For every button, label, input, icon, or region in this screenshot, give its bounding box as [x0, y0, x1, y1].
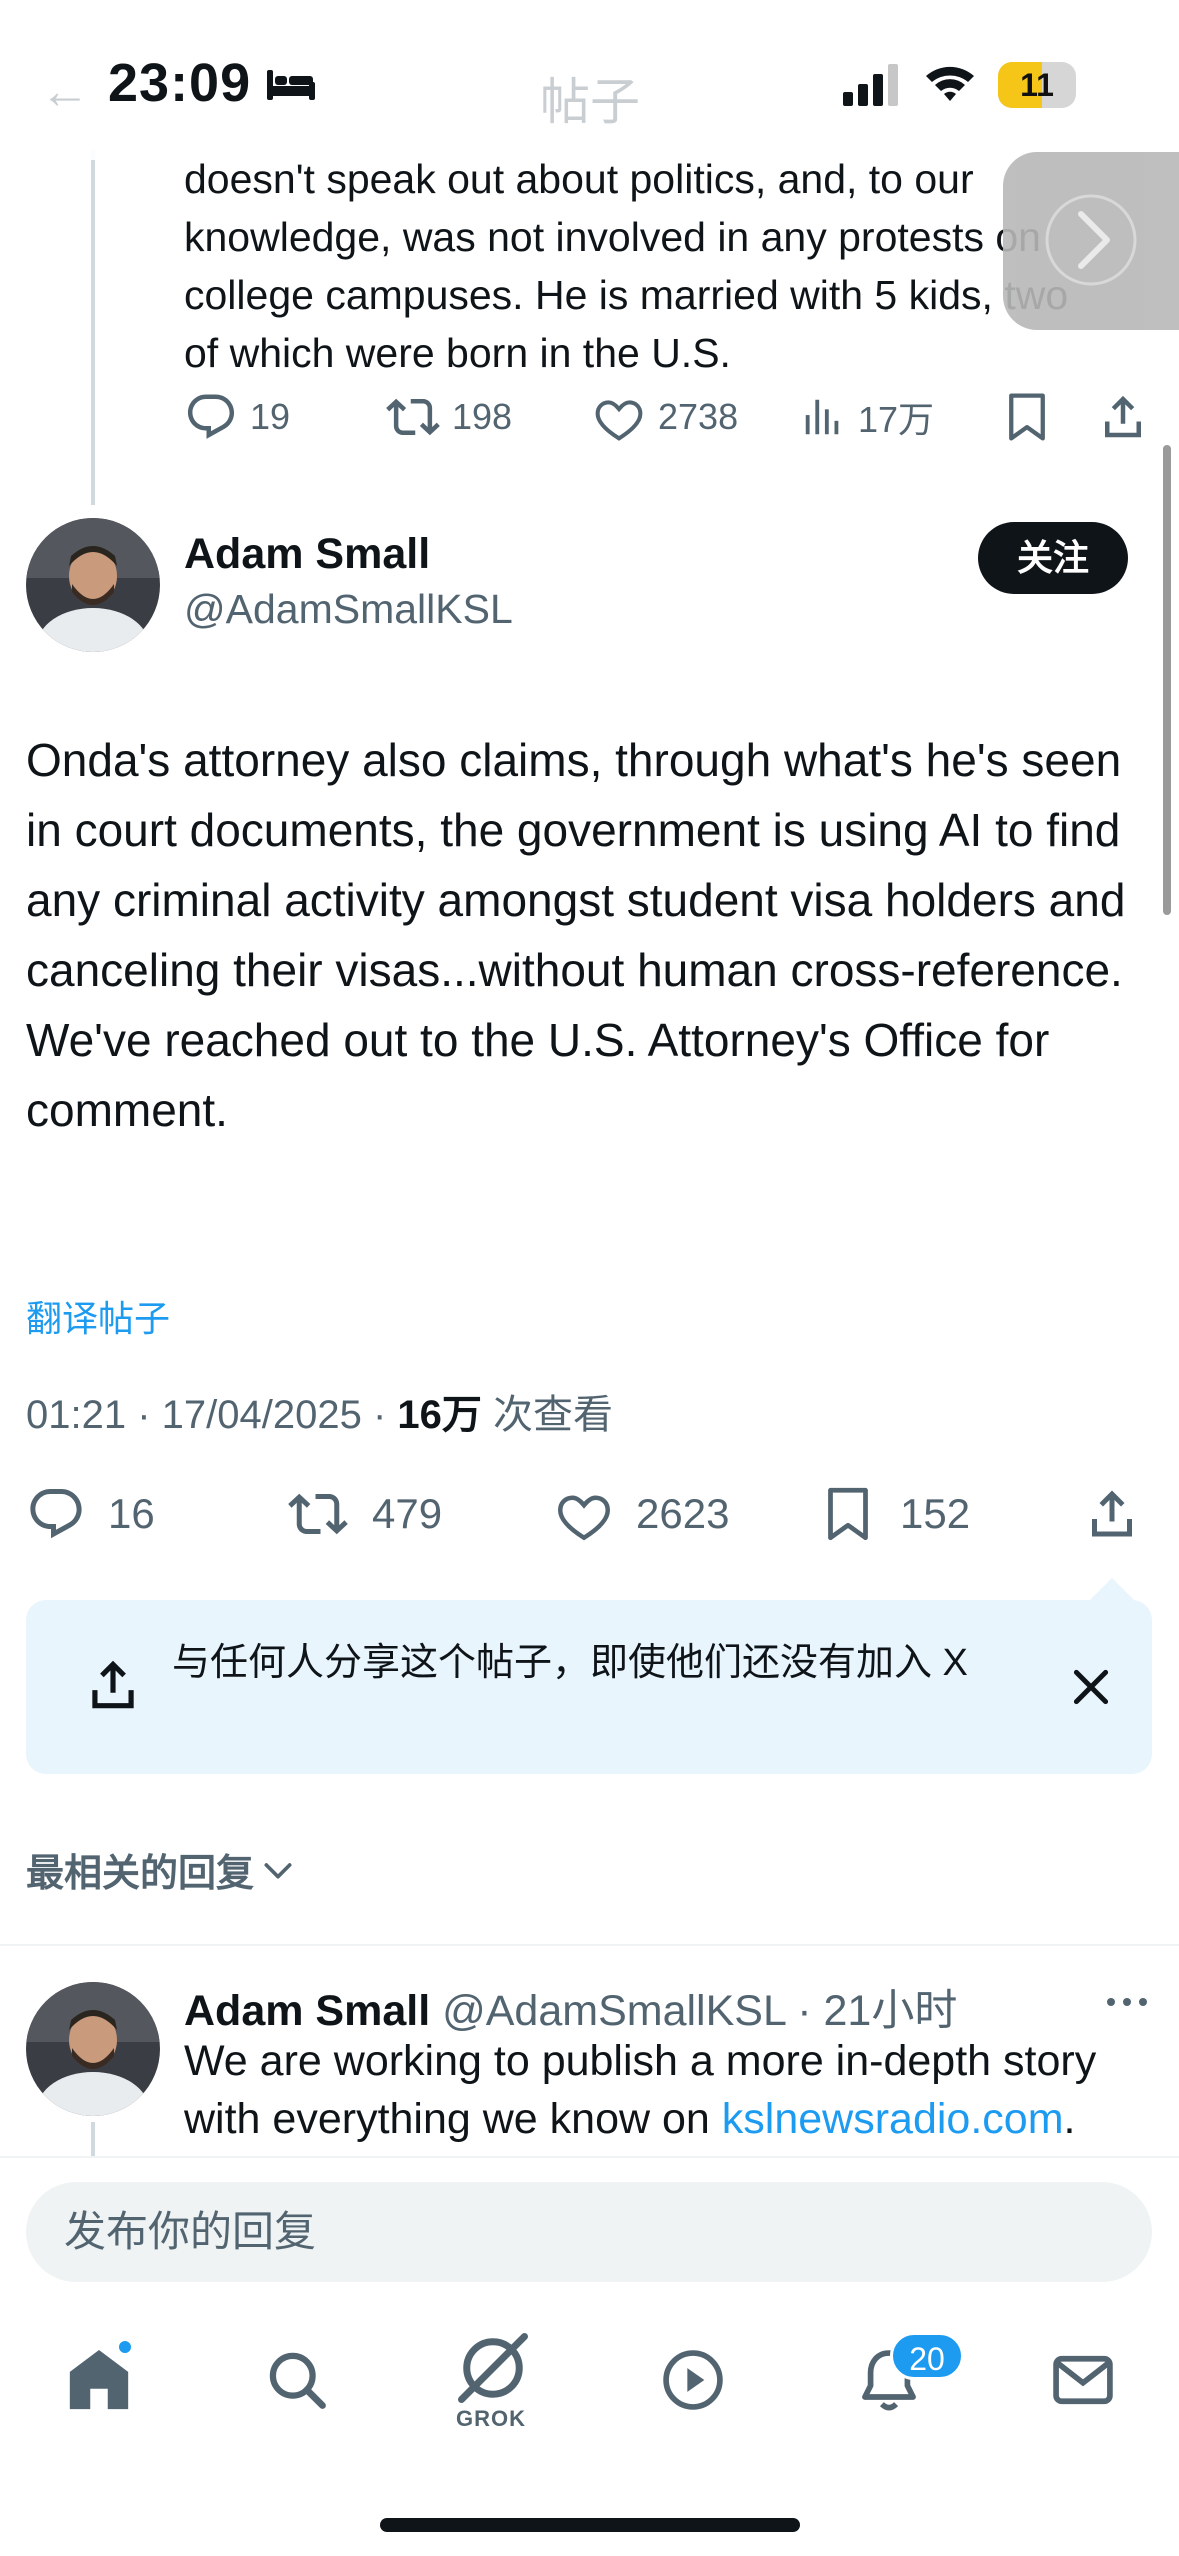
repost-icon: [386, 398, 440, 436]
repost-count: 198: [452, 396, 513, 437]
translate-post-link[interactable]: 翻译帖子: [26, 1290, 170, 1342]
more-options-icon[interactable]: [1104, 1992, 1150, 2012]
share-icon: [1092, 1490, 1132, 1537]
clock: 23:09: [108, 53, 252, 113]
share-tip-text: 与任何人分享这个帖子，即使他们还没有加入 X: [172, 1642, 968, 1684]
reply-action-main[interactable]: 16: [26, 1484, 155, 1544]
share-tip-pointer: [1088, 1578, 1136, 1602]
reply-text: We are working to publish a more in-dept…: [184, 2032, 1164, 2148]
avatar[interactable]: [26, 518, 160, 652]
grok-label: GROK: [456, 2406, 526, 2431]
battery-level: 11: [1020, 67, 1054, 103]
search-icon: [269, 2352, 326, 2409]
next-post-button[interactable]: [1003, 152, 1179, 330]
tab-video[interactable]: [648, 2330, 738, 2430]
chevron-down-icon: [264, 1862, 292, 1878]
tab-grok[interactable]: [448, 2318, 538, 2418]
heart-icon: [595, 400, 643, 441]
share-tip-banner: 与任何人分享这个帖子，即使他们还没有加入 X: [26, 1600, 1152, 1774]
like-action-main[interactable]: 2623: [554, 1484, 729, 1544]
repost-action[interactable]: 198: [386, 390, 512, 444]
bookmark-action-main[interactable]: 152: [818, 1484, 970, 1544]
tweet-text: Onda's attorney also claims, through wha…: [26, 734, 1126, 1136]
repost-icon: [288, 1493, 348, 1535]
previous-tweet-text: doesn't speak out about politics, and, t…: [184, 156, 1069, 376]
view-suffix: 次查看: [481, 1393, 614, 1437]
divider: [0, 1944, 1179, 1946]
reply-count: 19: [250, 396, 291, 437]
views-chart-icon: [805, 399, 839, 435]
reply-sort-label: 最相关的回复: [26, 1853, 255, 1895]
tweet-meta: 01:21 · 17/04/2025 · 16万 次查看: [26, 1382, 613, 1440]
heart-icon: [557, 1495, 611, 1541]
cellular-signal-icon: [843, 64, 898, 106]
bookmark-action[interactable]: [1000, 390, 1066, 444]
timestamp[interactable]: 01:21 · 17/04/2025 ·: [26, 1393, 397, 1437]
follow-button[interactable]: 关注: [978, 522, 1128, 594]
like-count: 2623: [636, 1490, 730, 1537]
reply-icon: [187, 394, 235, 439]
repost-action-main[interactable]: 479: [286, 1484, 442, 1544]
reply-avatar[interactable]: [26, 1982, 160, 2116]
home-unread-dot: [116, 2338, 134, 2356]
reply-author-handle[interactable]: @AdamSmallKSL: [442, 1987, 785, 2035]
grok-icon: [458, 2333, 528, 2403]
avatar-image: [26, 1982, 160, 2116]
share-icon: [92, 1660, 134, 1709]
reply-time: · 21小时: [797, 1987, 958, 2035]
reply-action[interactable]: 19: [184, 390, 290, 444]
tab-search[interactable]: [252, 2330, 342, 2430]
reply-author-name[interactable]: Adam Small: [184, 1987, 430, 2035]
like-count: 2738: [658, 396, 739, 437]
reply-sort-dropdown[interactable]: 最相关的回复: [26, 1842, 298, 1897]
reply-icon: [30, 1489, 82, 1539]
home-indicator[interactable]: [380, 2518, 800, 2532]
scrollbar[interactable]: [1163, 445, 1171, 915]
bookmark-icon: [828, 1487, 868, 1541]
reply-header: Adam Small @AdamSmallKSL · 21小时: [184, 1976, 957, 2038]
header-title: 帖子: [540, 74, 640, 130]
bookmark-count: 152: [900, 1490, 971, 1537]
repost-count: 479: [372, 1490, 443, 1537]
close-icon[interactable]: [1066, 1662, 1116, 1712]
wifi-icon: [926, 66, 974, 101]
status-bar: ← 帖子 23:09 11: [0, 0, 1179, 160]
view-count: 16万: [397, 1393, 482, 1437]
views-count: 17万: [858, 399, 935, 440]
reply-count: 16: [108, 1490, 155, 1537]
avatar-image: [26, 518, 160, 652]
battery-indicator: 11: [998, 62, 1076, 108]
play-icon: [663, 2350, 723, 2410]
mail-icon: [1053, 2355, 1113, 2405]
like-action[interactable]: 2738: [592, 390, 738, 444]
reply-input[interactable]: [26, 2182, 1152, 2282]
chevron-right-icon: [1045, 194, 1137, 286]
views-action[interactable]: 17万: [800, 390, 934, 444]
notifications-badge: 20: [890, 2332, 964, 2380]
tab-messages[interactable]: [1038, 2330, 1128, 2430]
share-icon: [1105, 395, 1141, 438]
author-handle[interactable]: @AdamSmallKSL: [184, 586, 513, 633]
author-name[interactable]: Adam Small: [184, 530, 430, 579]
share-action[interactable]: [1096, 390, 1162, 444]
thread-connector: [91, 150, 95, 505]
reply-text-end: .: [1063, 2095, 1076, 2143]
back-arrow-icon[interactable]: ←: [40, 62, 90, 120]
reply-link[interactable]: kslnewsradio.com: [722, 2095, 1064, 2143]
share-action-main[interactable]: [1082, 1484, 1164, 1544]
bookmark-icon: [1009, 393, 1045, 441]
bed-icon: [267, 70, 315, 100]
